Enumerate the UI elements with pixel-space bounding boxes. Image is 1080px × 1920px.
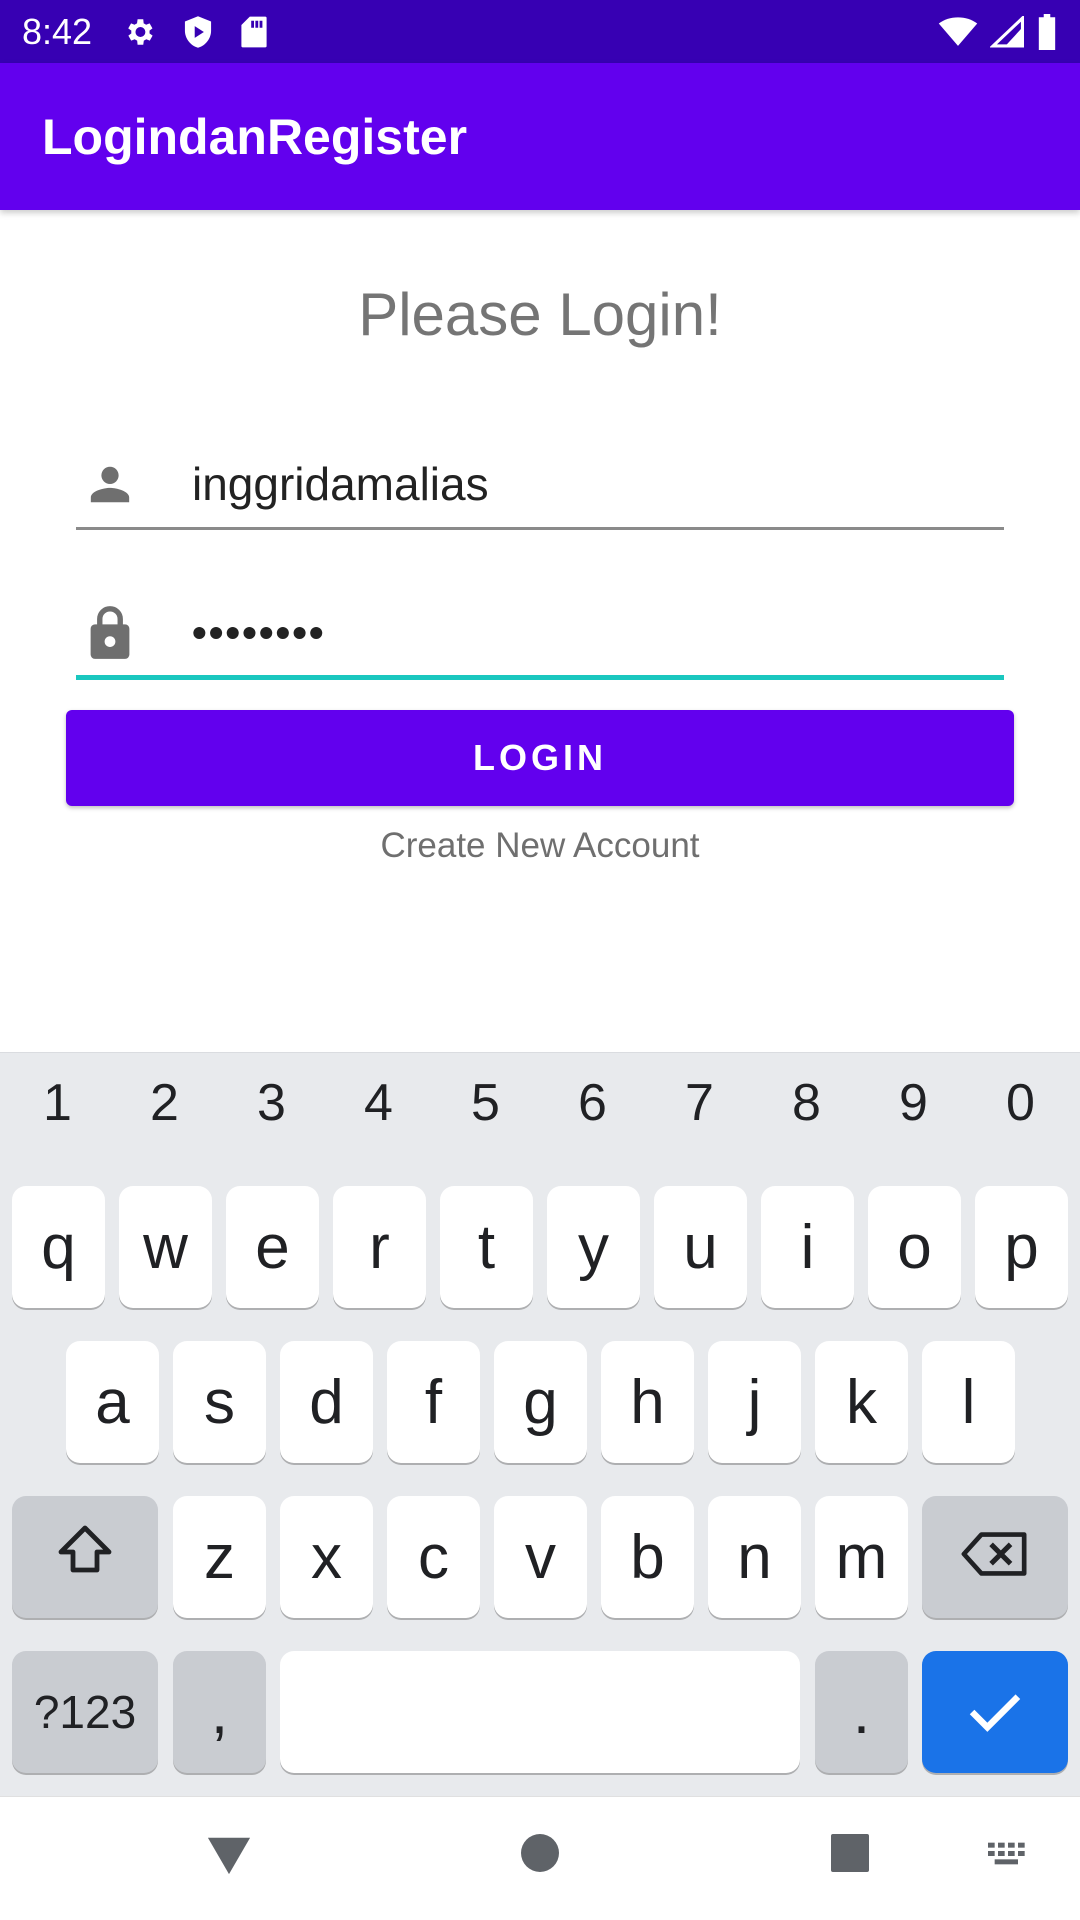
create-account-link[interactable]: Create New Account [0,826,1080,866]
key-e[interactable]: e [226,1186,319,1308]
key-m[interactable]: m [815,1496,908,1618]
key-1[interactable]: 1 [4,1073,111,1133]
login-button[interactable]: LOGIN [66,710,1014,806]
key-8[interactable]: 8 [753,1073,860,1133]
period-key[interactable]: . [815,1651,908,1773]
page-heading: Please Login! [358,281,722,348]
key-u[interactable]: u [654,1186,747,1308]
key-r[interactable]: r [333,1186,426,1308]
shift-icon [55,1522,115,1593]
key-s[interactable]: s [173,1341,266,1463]
key-n[interactable]: n [708,1496,801,1618]
key-a[interactable]: a [66,1341,159,1463]
back-icon[interactable] [206,1833,252,1877]
backspace-key[interactable] [922,1496,1068,1618]
battery-icon [1036,13,1058,50]
lock-icon [80,603,140,663]
key-j[interactable]: j [708,1341,801,1463]
key-7[interactable]: 7 [646,1073,753,1133]
shield-play-icon [182,15,214,49]
key-k[interactable]: k [815,1341,908,1463]
key-b[interactable]: b [601,1496,694,1618]
key-9[interactable]: 9 [860,1073,967,1133]
gear-icon [122,15,156,49]
home-icon[interactable] [520,1833,560,1873]
key-x[interactable]: x [280,1496,373,1618]
password-value: •••••••• [192,608,326,656]
password-field[interactable]: •••••••• [76,590,1004,680]
key-d[interactable]: d [280,1341,373,1463]
key-o[interactable]: o [868,1186,961,1308]
key-f[interactable]: f [387,1341,480,1463]
screen: 8:42 LogindanRegister Please Login! ingg… [0,0,1080,1920]
key-2[interactable]: 2 [111,1073,218,1133]
status-bar: 8:42 [0,0,1080,63]
key-i[interactable]: i [761,1186,854,1308]
status-time: 8:42 [22,10,93,52]
comma-key[interactable]: , [173,1651,266,1773]
backspace-icon [960,1522,1030,1593]
key-h[interactable]: h [601,1341,694,1463]
app-bar: LogindanRegister [0,63,1080,210]
checkmark-icon [968,1677,1022,1748]
status-icons-left [122,15,268,49]
key-0[interactable]: 0 [967,1073,1074,1133]
cell-signal-icon [990,15,1024,48]
key-q[interactable]: q [12,1186,105,1308]
key-3[interactable]: 3 [218,1073,325,1133]
username-field[interactable]: inggridamalias [76,440,1004,530]
enter-key[interactable] [922,1651,1068,1773]
key-c[interactable]: c [387,1496,480,1618]
app-title: LogindanRegister [42,108,468,165]
sd-card-icon [240,15,268,49]
key-4[interactable]: 4 [325,1073,432,1133]
key-5[interactable]: 5 [432,1073,539,1133]
shift-key[interactable] [12,1496,158,1618]
key-v[interactable]: v [494,1496,587,1618]
navigation-bar [0,1796,1080,1920]
key-z[interactable]: z [173,1496,266,1618]
key-6[interactable]: 6 [539,1073,646,1133]
key-w[interactable]: w [119,1186,212,1308]
status-icons-right [938,13,1058,50]
key-t[interactable]: t [440,1186,533,1308]
username-value: inggridamalias [192,457,489,510]
wifi-icon [938,16,978,48]
key-p[interactable]: p [975,1186,1068,1308]
symbols-key[interactable]: ?123 [12,1651,158,1773]
person-icon [80,454,140,514]
space-key[interactable] [280,1651,800,1773]
keyboard-number-row: 1 2 3 4 5 6 7 8 9 0 [0,1073,1080,1143]
key-g[interactable]: g [494,1341,587,1463]
key-y[interactable]: y [547,1186,640,1308]
keyboard: 1 2 3 4 5 6 7 8 9 0 q w e r t y u i o p … [0,1052,1080,1796]
key-l[interactable]: l [922,1341,1015,1463]
recents-icon[interactable] [830,1833,870,1873]
keyboard-switch-icon[interactable] [986,1841,1030,1871]
